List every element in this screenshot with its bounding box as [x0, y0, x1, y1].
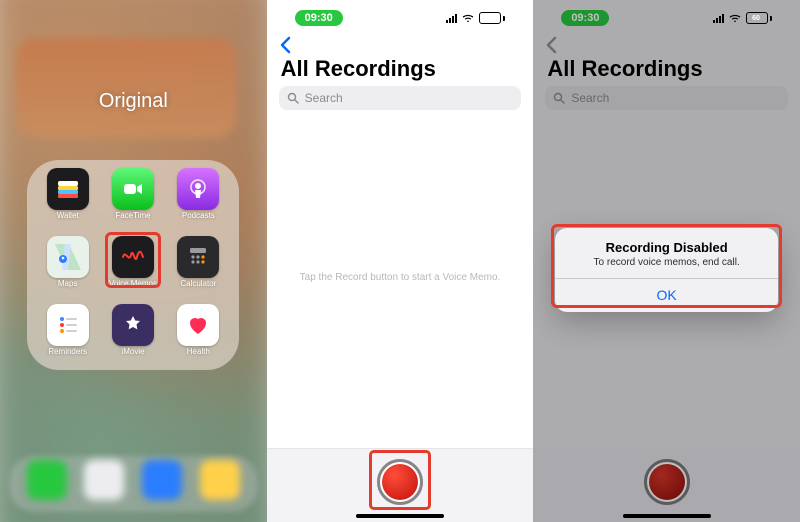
empty-state-hint: Tap the Record button to start a Voice M…	[267, 272, 534, 283]
wifi-icon	[461, 13, 475, 23]
search-icon	[287, 92, 299, 104]
app-imovie[interactable]: iMovie	[112, 304, 154, 356]
app-voice-memos[interactable]: Voice Memos	[109, 236, 157, 288]
app-label: Maps	[58, 279, 78, 288]
imovie-icon	[112, 304, 154, 346]
app-wallet[interactable]: Wallet	[47, 168, 89, 220]
home-indicator[interactable]	[356, 514, 444, 518]
app-maps[interactable]: Maps	[47, 236, 89, 288]
app-label: FaceTime	[115, 211, 150, 220]
status-bar: 09:30 60	[267, 8, 534, 28]
dock-apps	[18, 460, 249, 508]
search-input[interactable]: Search	[279, 86, 522, 110]
app-facetime[interactable]: FaceTime	[112, 168, 154, 220]
app-reminders[interactable]: Reminders	[47, 304, 89, 356]
app-label: Reminders	[48, 347, 87, 356]
alert-message: To record voice memos, end call.	[569, 257, 764, 268]
app-podcasts[interactable]: Podcasts	[177, 168, 219, 220]
app-label: iMovie	[121, 347, 144, 356]
app-label: Health	[187, 347, 210, 356]
record-icon	[382, 464, 418, 500]
app-calculator[interactable]: Calculator	[177, 236, 219, 288]
record-toolbar	[267, 448, 534, 522]
wallet-icon	[47, 168, 89, 210]
app-label: Podcasts	[182, 211, 215, 220]
search-placeholder: Search	[305, 91, 343, 105]
app-label: Voice Memos	[109, 279, 157, 288]
app-label: Wallet	[57, 211, 79, 220]
maps-icon	[47, 236, 89, 278]
cellular-signal-icon	[446, 13, 457, 23]
app-health[interactable]: Health	[177, 304, 219, 356]
facetime-icon	[112, 168, 154, 210]
status-time-pill[interactable]: 09:30	[295, 10, 343, 26]
home-widget	[16, 38, 236, 138]
reminders-icon	[47, 304, 89, 346]
battery-icon: 60	[479, 12, 505, 24]
app-label: Calculator	[180, 279, 216, 288]
podcasts-icon	[177, 168, 219, 210]
record-button[interactable]	[377, 459, 423, 505]
alert-ok-button[interactable]: OK	[555, 279, 778, 312]
calculator-icon	[177, 236, 219, 278]
page-title: All Recordings	[281, 56, 436, 82]
alert-title: Recording Disabled	[569, 240, 764, 255]
health-icon	[177, 304, 219, 346]
alert-dialog: Recording Disabled To record voice memos…	[555, 228, 778, 312]
voice-memos-icon	[112, 236, 154, 278]
folder-title: Original	[0, 90, 267, 113]
app-folder: Wallet FaceTime Podcasts Maps	[27, 160, 239, 370]
